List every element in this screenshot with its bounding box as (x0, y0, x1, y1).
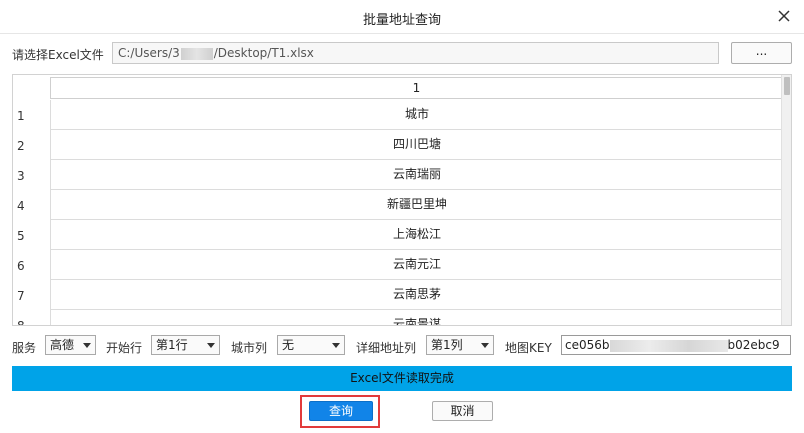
table-row[interactable]: 1 城市 (13, 100, 783, 130)
redacted-text (180, 47, 213, 60)
file-path-field[interactable]: C:/Users/3/Desktop/T1.xlsx (112, 42, 719, 64)
table-row[interactable]: 2 四川巴塘 (13, 130, 783, 160)
row-index: 5 (17, 229, 25, 243)
address-column-label: 详细地址列 (356, 341, 417, 355)
row-index: 7 (17, 289, 25, 303)
column-header[interactable]: 1 (50, 77, 783, 99)
row-index: 2 (17, 139, 25, 153)
table-cell[interactable]: 云南瑞丽 (50, 160, 783, 190)
data-grid[interactable]: 1 1 城市 2 四川巴塘 3 云南瑞丽 4 新疆巴里坤 5 上海松江 6 云南… (12, 74, 792, 326)
file-path-prefix: C:/Users/3 (118, 46, 180, 60)
browse-button[interactable]: ... (731, 42, 792, 64)
chevron-down-icon (83, 343, 91, 348)
service-value: 高德 (50, 338, 75, 352)
file-label: 请选择Excel文件 (12, 48, 104, 62)
table-cell[interactable]: 城市 (50, 100, 783, 130)
city-column-value: 无 (282, 338, 295, 352)
table-cell[interactable]: 云南思茅 (50, 280, 783, 310)
start-row-value: 第1行 (156, 338, 188, 352)
query-button[interactable]: 查询 (309, 401, 373, 421)
title-bar: 批量地址查询 (0, 0, 804, 34)
table-cell[interactable]: 云南元江 (50, 250, 783, 280)
city-column-label: 城市列 (231, 341, 268, 355)
table-row[interactable]: 6 云南元江 (13, 250, 783, 280)
map-key-label: 地图KEY (505, 341, 552, 355)
redacted-text (609, 339, 728, 352)
map-key-prefix: ce056b (565, 338, 610, 352)
vertical-scrollbar[interactable] (781, 75, 791, 325)
file-path-suffix: /Desktop/T1.xlsx (213, 46, 314, 60)
options-row: 服务 高德 开始行 第1行 城市列 无 详细地址列 第1列 地图KEY ce05… (0, 334, 804, 358)
row-index: 6 (17, 259, 25, 273)
table-cell[interactable]: 新疆巴里坤 (50, 190, 783, 220)
table-cell[interactable]: 四川巴塘 (50, 130, 783, 160)
address-column-select[interactable]: 第1列 (426, 335, 494, 355)
chevron-down-icon (332, 343, 340, 348)
city-column-select[interactable]: 无 (277, 335, 345, 355)
cancel-button[interactable]: 取消 (432, 401, 493, 421)
map-key-input[interactable]: ce056b b02ebc9 (561, 335, 791, 355)
row-index: 8 (17, 319, 25, 326)
table-row[interactable]: 4 新疆巴里坤 (13, 190, 783, 220)
table-row[interactable]: 8 云南景谋 (13, 310, 783, 326)
map-key-suffix: b02ebc9 (727, 338, 780, 352)
scrollbar-thumb[interactable] (784, 77, 790, 95)
close-icon[interactable] (774, 6, 794, 26)
table-row[interactable]: 7 云南思茅 (13, 280, 783, 310)
row-index: 1 (17, 109, 25, 123)
table-cell[interactable]: 上海松江 (50, 220, 783, 250)
row-index: 3 (17, 169, 25, 183)
row-index: 4 (17, 199, 25, 213)
start-row-select[interactable]: 第1行 (151, 335, 220, 355)
table-row[interactable]: 3 云南瑞丽 (13, 160, 783, 190)
chevron-down-icon (207, 343, 215, 348)
status-bar: Excel文件读取完成 (12, 366, 792, 391)
table-cell[interactable]: 云南景谋 (50, 310, 783, 325)
table-row[interactable]: 5 上海松江 (13, 220, 783, 250)
file-select-row: 请选择Excel文件 C:/Users/3/Desktop/T1.xlsx ..… (0, 40, 804, 66)
window-title: 批量地址查询 (362, 13, 441, 28)
chevron-down-icon (481, 343, 489, 348)
service-label: 服务 (12, 341, 37, 355)
address-column-value: 第1列 (431, 338, 463, 352)
start-row-label: 开始行 (106, 341, 143, 355)
service-select[interactable]: 高德 (45, 335, 96, 355)
